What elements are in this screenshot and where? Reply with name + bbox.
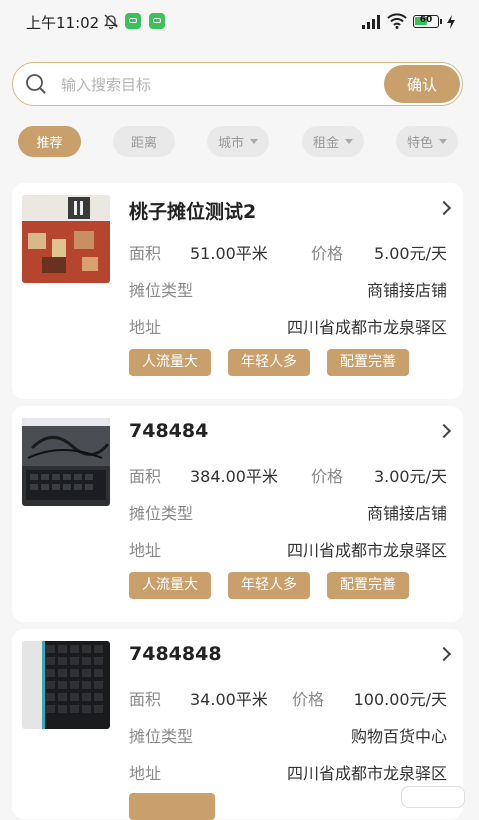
dropdown-caret-icon [439,139,447,144]
filter-label: 特色 [406,136,433,151]
search-bar: 确认 [12,62,463,107]
status-time: 上午11:02 [26,14,100,32]
type-label: 摊位类型 [129,504,194,523]
filter-feature[interactable]: 特色 [396,126,458,157]
dropdown-caret-icon [345,139,353,144]
address-label: 地址 [129,318,162,337]
floating-button[interactable] [401,786,465,808]
search-icon [25,73,47,99]
type-value: 商铺接店铺 [366,281,447,300]
type-label: 摊位类型 [129,281,194,300]
filter-rent[interactable]: 租金 [302,126,364,157]
search-input[interactable] [59,63,383,107]
listing-thumbnail [22,641,110,729]
area-label: 面积 [129,244,162,263]
address-value: 四川省成都市龙泉驿区 [286,764,447,783]
chevron-right-icon[interactable] [436,200,452,216]
status-bar: 上午11:02 60 [0,0,479,44]
type-value: 商铺接店铺 [366,504,447,523]
area-label: 面积 [129,690,162,709]
address-label: 地址 [129,764,162,783]
type-label: 摊位类型 [129,727,194,746]
listing-thumbnail [22,195,110,283]
listing-card[interactable]: 748484 面积 384.00平米 价格 3.00元/天 摊位类型 商铺接店铺… [12,406,463,622]
tag-badge: 人流量大 [129,572,211,599]
tag-badge: 配置完善 [327,349,409,376]
signal-icon [362,14,380,33]
area-value: 384.00平米 [190,467,278,486]
listing-card[interactable]: 桃子摊位测试2 面积 51.00平米 价格 5.00元/天 摊位类型 商铺接店铺… [12,183,463,399]
battery-icon: 60 [413,15,442,28]
filter-label: 距离 [130,136,157,151]
price-value: 3.00元/天 [373,467,447,486]
address-label: 地址 [129,541,162,560]
tag-badge: 配置完善 [327,572,409,599]
chevron-right-icon[interactable] [436,646,452,662]
listing-title: 桃子摊位测试2 [129,201,257,223]
listing-title: 748484 [129,420,209,442]
filter-recommend[interactable]: 推荐 [18,126,81,157]
price-value: 100.00元/天 [353,690,447,709]
tag-badge: 人流量大 [129,349,211,376]
chevron-right-icon[interactable] [436,423,452,439]
bell-off-icon [103,13,119,33]
filter-label: 租金 [312,136,339,151]
listing-card[interactable]: 7484848 面积 34.00平米 价格 100.00元/天 摊位类型 购物百… [12,629,463,820]
area-value: 34.00平米 [190,690,268,709]
price-label: 价格 [311,467,344,486]
area-label: 面积 [129,467,162,486]
type-value: 购物百货中心 [350,727,447,746]
tag-badge: 年轻人多 [228,349,310,376]
charging-icon [446,14,456,33]
listing-title: 7484848 [129,643,222,665]
dropdown-caret-icon [250,139,258,144]
battery-level: 60 [419,15,433,25]
address-value: 四川省成都市龙泉驿区 [286,318,447,337]
area-value: 51.00平米 [190,244,268,263]
price-label: 价格 [292,690,325,709]
confirm-button[interactable]: 确认 [384,65,460,103]
wifi-icon [387,13,407,33]
app-icon [125,13,141,29]
tag-badge [129,793,215,820]
filter-label: 城市 [217,136,244,151]
filter-label: 推荐 [36,136,63,151]
app-icon [149,13,165,29]
filter-city[interactable]: 城市 [207,126,269,157]
filter-distance[interactable]: 距离 [113,126,175,157]
listing-thumbnail [22,418,110,506]
price-value: 5.00元/天 [373,244,447,263]
address-value: 四川省成都市龙泉驿区 [286,541,447,560]
price-label: 价格 [311,244,344,263]
tag-badge: 年轻人多 [228,572,310,599]
